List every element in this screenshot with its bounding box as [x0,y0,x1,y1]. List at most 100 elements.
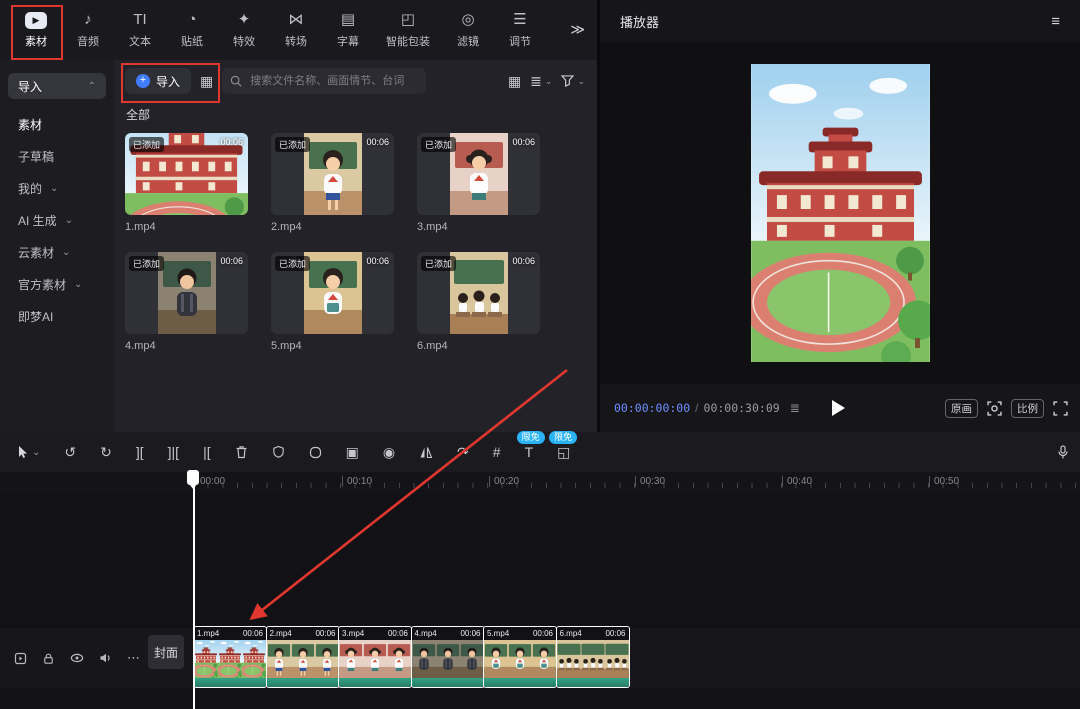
added-badge: 已添加 [129,256,164,271]
library-toolbar: + 导入 ▦ ▦ ≣ ⌄ ⌄ [125,68,585,94]
sidebar-item-subdraft[interactable]: 子草稿 [8,141,106,171]
filter-icon: ◎ [461,11,474,29]
timeline-clip-3[interactable]: 3.mp4 00:06 [338,626,412,688]
text-tracking-icon[interactable]: 限免 T [525,444,534,460]
tab-adjust[interactable]: ☰ 调节 [494,11,546,49]
tab-audio[interactable]: ♪ 音频 [62,11,114,49]
import-mode-grid-icon[interactable]: ▦ [200,73,213,90]
collapse-panel-icon[interactable]: ≫ [570,21,585,38]
tab-label: 滤镜 [457,33,479,49]
media-card-1[interactable]: 已添加 00:06 1.mp4 [125,133,248,233]
timeline-clip-5[interactable]: 5.mp4 00:06 [483,626,557,688]
tab-sticker[interactable]: ◔ 贴纸 [166,11,218,49]
sort-icon[interactable]: ≣ ⌄ [530,73,552,90]
sidebar-item-import[interactable]: 导入 ⌃ [8,73,106,99]
media-card-4[interactable]: 已添加 00:06 4.mp4 [125,252,248,352]
playhead-handle[interactable] [187,470,199,485]
timeline-clip-4[interactable]: 4.mp4 00:06 [411,626,485,688]
tab-text[interactable]: TI 文本 [114,11,166,49]
sidebar-item-jimeng-ai[interactable]: 即梦AI [8,301,106,331]
media-card-3[interactable]: 已添加 00:06 3.mp4 [417,133,540,233]
player-menu-icon[interactable]: ≡ [1051,13,1060,30]
filter-funnel-icon[interactable]: ⌄ [561,75,585,87]
mask-icon[interactable] [272,445,285,459]
rotate-icon[interactable]: ↷ [457,444,469,461]
media-card-5[interactable]: 已添加 00:06 5.mp4 [271,252,394,352]
search-icon [230,75,242,87]
play-button[interactable] [832,400,845,416]
tab-label: 智能包装 [386,33,430,49]
timeline-clip-6[interactable]: 6.mp4 00:06 [556,626,630,688]
capcut-window: ▶ 素材 ♪ 音频 TI 文本 ◔ 贴纸 ✦ 特效 ⋈ 转场 [0,0,1080,709]
crop-icon[interactable]: # [493,444,501,460]
mirror-flip-icon[interactable] [419,446,433,459]
ruler-label: 00:00 [195,476,225,487]
main-track-icon[interactable] [14,652,27,665]
tab-smart-package[interactable]: ◰ 智能包装 [374,11,442,49]
player-stage [600,42,1080,384]
clip-duration: 00:06 [315,629,335,638]
grid-view-icon[interactable]: ▦ [508,73,521,90]
video-preview[interactable] [751,64,930,362]
trim-right-icon[interactable]: |[ [203,444,211,460]
ruler-label: 00:30 [635,476,665,487]
rounded-mask-icon[interactable] [309,446,322,459]
tab-filter[interactable]: ◎ 滤镜 [442,11,494,49]
more-options-icon[interactable]: ⋯ [127,650,140,666]
tab-transition[interactable]: ⋈ 转场 [270,11,322,49]
auto-reframe-icon[interactable]: 限免 ◱ [557,444,570,461]
added-badge: 已添加 [275,137,310,152]
trim-left-icon[interactable]: ]|[ [168,444,179,460]
keyframe-icon[interactable]: ◉ [383,444,395,461]
smart-package-icon: ◰ [401,11,415,29]
clip-name: 2.mp4 [270,629,292,638]
added-badge: 已添加 [421,256,456,271]
sidebar-item-material[interactable]: 素材 [8,109,106,139]
select-tool-icon[interactable]: ⌄ [16,445,40,459]
overlay-icon[interactable]: ▣ [346,444,359,461]
effects-icon: ✦ [238,11,251,29]
cover-button[interactable]: 封面 [148,635,184,669]
sidebar-item-mine[interactable]: 我的 ⌄ [8,173,106,203]
sidebar-item-cloud-material[interactable]: 云素材 ⌄ [8,237,106,267]
tab-effects[interactable]: ✦ 特效 [218,11,270,49]
timeline-clips: 1.mp4 00:06 2.mp4 00:06 [193,626,628,688]
search-input[interactable] [248,74,418,88]
timeline-clip-1[interactable]: 1.mp4 00:06 [193,626,267,688]
import-button[interactable]: + 导入 [125,68,191,94]
chevron-down-icon: ⌄ [545,76,553,87]
sidebar-item-official-material[interactable]: 官方素材 ⌄ [8,269,106,299]
player-panel: 播放器 ≡ 00:00:00:00 / 00:00:30:09 ≣ 原画 [600,0,1080,432]
timeline-ruler[interactable]: 00:00 00:10 00:20 00:30 00:40 00:50 [0,472,1080,494]
hide-track-icon[interactable] [70,652,84,664]
sidebar-item-ai-generate[interactable]: AI 生成 ⌄ [8,205,106,235]
tab-subtitle[interactable]: ▤ 字幕 [322,11,374,49]
lock-track-icon[interactable] [42,652,55,665]
timeline-tracks: ⋯ 封面 1.mp4 00:06 [0,494,1080,709]
plus-icon: + [136,74,150,88]
split-icon[interactable]: ][ [136,444,144,460]
redo-icon[interactable]: ↻ [100,444,112,461]
delete-icon[interactable] [235,445,248,459]
clip-duration: 00:06 [243,629,263,638]
tab-media[interactable]: ▶ 素材 [10,12,62,49]
ratio-button[interactable]: 比例 [1011,399,1044,418]
record-voiceover-icon[interactable] [1056,445,1070,460]
mute-track-icon[interactable] [99,652,112,664]
clip-name: 5.mp4 [487,629,509,638]
undo-icon[interactable]: ↺ [64,444,76,461]
timeline-toolbar: ⌄ ↺ ↻ ][ ]|[ |[ ▣ ◉ ↷ # 限免 [0,432,1080,472]
section-label-all[interactable]: 全部 [126,106,150,123]
audio-strip [194,678,266,687]
media-card-2[interactable]: 已添加 00:06 2.mp4 [271,133,394,233]
media-card-6[interactable]: 已添加 00:06 6.mp4 [417,252,540,352]
timeline-clip-2[interactable]: 2.mp4 00:06 [266,626,340,688]
ruler-label: 00:50 [929,476,959,487]
original-quality-button[interactable]: 原画 [945,399,978,418]
fullscreen-icon[interactable] [1053,401,1068,416]
tab-label: 音频 [77,33,99,49]
preview-focus-icon[interactable] [987,401,1002,416]
clip-name: 3.mp4 [342,629,364,638]
timecode-options-icon[interactable]: ≣ [790,401,800,415]
top-toolbar: ▶ 素材 ♪ 音频 TI 文本 ◔ 贴纸 ✦ 特效 ⋈ 转场 [0,0,597,60]
